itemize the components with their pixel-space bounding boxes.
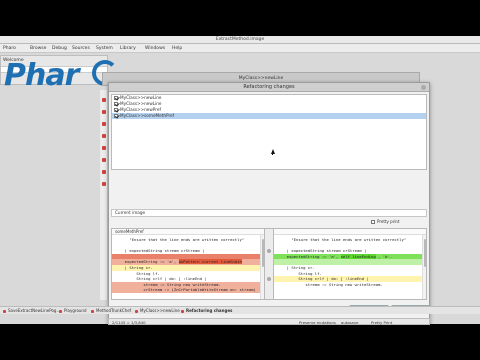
diff-highlight: AnPattern current lineEndin bbox=[178, 259, 242, 265]
tool-icon[interactable] bbox=[102, 182, 106, 186]
desktop: ExtractMethod.image Pharo Browse Debug S… bbox=[0, 36, 480, 324]
mouse-pointer-tail bbox=[272, 153, 273, 155]
change-checkbox[interactable] bbox=[114, 95, 118, 100]
taskbar-item[interactable]: SaveExtractNewLinePog... bbox=[2, 308, 60, 314]
menu-pharo[interactable]: Pharo bbox=[3, 45, 16, 52]
code-window-title: MyClass>>newLine bbox=[238, 76, 284, 81]
refactoring-dialog: Refactoring changes MyClass>>newLine MyC… bbox=[108, 82, 431, 324]
os-title-bar: ExtractMethod.image bbox=[0, 36, 480, 44]
tool-icon[interactable] bbox=[102, 146, 106, 150]
change-checkbox[interactable] bbox=[114, 113, 118, 118]
tool-icon[interactable] bbox=[102, 170, 106, 174]
diff-pane-new[interactable]: "Ensure that the line ends are written c… bbox=[273, 228, 427, 300]
taskbar-item[interactable]: MethodTrunkChef bbox=[90, 308, 131, 314]
breadcrumb[interactable]: Current image bbox=[111, 209, 427, 217]
scrollbar[interactable] bbox=[260, 235, 264, 299]
status-option[interactable]: autosave bbox=[341, 320, 358, 325]
menu-help[interactable]: Help bbox=[172, 45, 182, 52]
status-option[interactable]: Preserve mutations bbox=[299, 320, 336, 325]
menu-browse[interactable]: Browse bbox=[30, 45, 46, 52]
pretty-print-toggle[interactable]: Pretty print bbox=[371, 219, 400, 225]
dialog-title-bar[interactable]: Refactoring changes bbox=[109, 83, 429, 92]
scrollbar-thumb[interactable] bbox=[261, 239, 264, 267]
changes-list: MyClass>>newLine MyClass>>newLine MyClas… bbox=[111, 94, 427, 170]
diff-pane-old[interactable]: someMethPref "Ensure that the line ends … bbox=[111, 228, 265, 300]
change-checkbox[interactable] bbox=[114, 101, 118, 106]
tool-icon[interactable] bbox=[102, 158, 106, 162]
scrollbar-thumb[interactable] bbox=[423, 239, 426, 267]
diff-gutter bbox=[265, 228, 273, 300]
menu-bar: Pharo Browse Debug Sources System Librar… bbox=[0, 44, 480, 53]
taskbar-item-active[interactable]: Refactoring changes bbox=[180, 308, 232, 314]
change-checkbox[interactable] bbox=[114, 107, 118, 112]
diff-pane-old-code: "Ensure that the line ends are written c… bbox=[112, 235, 264, 293]
diff-marker-icon bbox=[267, 249, 271, 253]
menu-library[interactable]: Library bbox=[120, 45, 136, 52]
tool-icon[interactable] bbox=[102, 134, 106, 138]
dialog-title: Refactoring changes bbox=[243, 84, 295, 90]
menu-windows[interactable]: Windows bbox=[145, 45, 165, 52]
change-label: MyClass>>newLine bbox=[120, 101, 162, 106]
tool-icon[interactable] bbox=[102, 98, 106, 102]
change-item-selected[interactable]: MyClass>>someMethPref bbox=[112, 113, 426, 119]
status-bar: 2/1145 = 1/3,840 Preserve mutations auto… bbox=[108, 318, 430, 325]
pharo-logo: Phar bbox=[4, 58, 79, 93]
diff-highlight: self lineEnding bbox=[340, 253, 376, 259]
change-label: MyClass>>someMethPref bbox=[120, 113, 175, 118]
diff-marker-icon bbox=[267, 277, 271, 281]
code-line: stream := String new writeStream. bbox=[282, 281, 383, 287]
status-position: 2/1145 = 1/3,840 bbox=[112, 319, 146, 325]
taskbar: SaveExtractNewLinePog... Playground Meth… bbox=[0, 306, 480, 314]
menu-debug[interactable]: Debug bbox=[52, 45, 67, 52]
tool-icon[interactable] bbox=[102, 110, 106, 114]
os-window-title: ExtractMethod.image bbox=[215, 37, 265, 42]
side-toolbar bbox=[100, 90, 108, 300]
change-label: MyClass>>newLine bbox=[120, 95, 162, 100]
taskbar-item[interactable]: MyClass>>newLine bbox=[134, 308, 180, 314]
diff-pane-new-code: "Ensure that the line ends are written c… bbox=[274, 235, 426, 287]
taskbar-item[interactable]: Playground bbox=[58, 308, 87, 314]
status-option[interactable]: Pretty Print bbox=[371, 320, 392, 325]
scrollbar[interactable] bbox=[422, 235, 426, 299]
menu-sources[interactable]: Sources bbox=[72, 45, 90, 52]
close-icon[interactable] bbox=[421, 85, 426, 90]
menu-system[interactable]: System bbox=[96, 45, 113, 52]
pretty-print-label: Pretty print bbox=[377, 219, 400, 224]
code-line: crStream := (ZnCrPortableWriteStream on:… bbox=[112, 287, 264, 293]
pretty-print-checkbox[interactable] bbox=[371, 219, 375, 224]
change-label: MyClass>>newPref bbox=[120, 107, 161, 112]
tool-icon[interactable] bbox=[102, 122, 106, 126]
